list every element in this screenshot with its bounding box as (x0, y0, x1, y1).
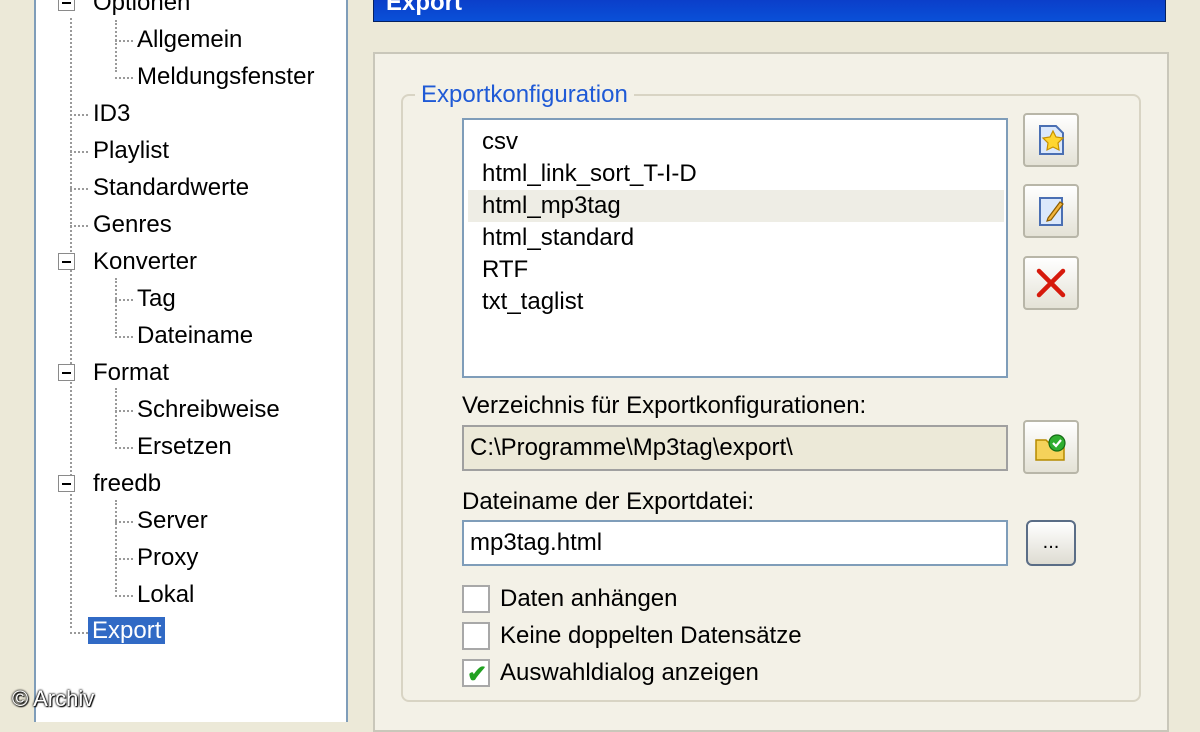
list-item[interactable]: html_mp3tag (468, 190, 1004, 222)
tree-item-standardwerte[interactable]: Standardwerte (89, 171, 253, 205)
list-item[interactable]: txt_taglist (468, 286, 1004, 318)
tree-item-dateiname[interactable]: Dateiname (133, 319, 257, 353)
checkbox-box[interactable] (462, 622, 490, 650)
tree-item-label: Ersetzen (137, 433, 232, 460)
tree-item-meldungsfenster[interactable]: Meldungsfenster (133, 60, 318, 94)
list-item[interactable]: csv (468, 126, 1004, 158)
tree-connector (70, 151, 88, 153)
tree-connector (115, 410, 133, 412)
config-directory-label: Verzeichnis für Exportkonfigurationen: (462, 392, 867, 419)
tree-connector (115, 40, 133, 42)
tree-connector (115, 299, 133, 301)
export-filename-input[interactable]: mp3tag.html (462, 520, 1008, 566)
collapse-freedb-icon[interactable] (58, 475, 75, 492)
tree-item-label: Genres (93, 211, 172, 238)
tree-item-optionen[interactable]: Optionen (89, 0, 194, 20)
tree-item-schreibweise[interactable]: Schreibweise (133, 393, 284, 427)
tree-item-label: Standardwerte (93, 174, 250, 201)
checkmark-icon: ✔ (467, 661, 488, 688)
tree-item-tag[interactable]: Tag (133, 282, 180, 316)
tree-connector (115, 558, 133, 560)
choose-directory-button[interactable] (1023, 420, 1079, 474)
checkbox-label: Auswahldialog anzeigen (500, 659, 759, 686)
tree-connector (115, 500, 117, 592)
tree-item-label: Konverter (93, 248, 198, 275)
tree-connector (115, 336, 133, 338)
delete-icon (1036, 268, 1066, 298)
tree-item-label: Proxy (137, 544, 199, 571)
tree-connector (115, 521, 133, 523)
tree-item-id3[interactable]: ID3 (89, 97, 134, 131)
tree-item-label: Optionen (93, 0, 191, 16)
tree-connector (115, 20, 117, 72)
tree-item-label: Format (93, 359, 170, 386)
collapse-format-icon[interactable] (58, 364, 75, 381)
tree-connector (115, 595, 133, 597)
tree-item-genres[interactable]: Genres (89, 208, 176, 242)
copyright-watermark: © Archiv (12, 686, 95, 711)
options-tree (34, 0, 348, 722)
tree-item-label: Allgemein (137, 26, 243, 53)
options-tree-panel: Optionen Allgemein Meldungsfenster ID3 P… (0, 0, 348, 722)
export-config-list[interactable]: csv html_link_sort_T-I-D html_mp3tag htm… (462, 118, 1008, 378)
collapse-konverter-icon[interactable] (58, 253, 75, 270)
tree-item-playlist[interactable]: Playlist (89, 134, 173, 168)
list-item[interactable]: RTF (468, 254, 1004, 286)
tree-connector (115, 77, 133, 79)
checkbox-label: Keine doppelten Datensätze (500, 622, 802, 649)
tree-connector (70, 632, 88, 634)
collapse-optionen-icon[interactable] (58, 0, 75, 11)
tree-item-konverter[interactable]: Konverter (89, 245, 201, 279)
tree-item-export[interactable]: Export (88, 614, 166, 648)
tree-connector (70, 18, 72, 628)
tree-item-ersetzen[interactable]: Ersetzen (133, 430, 236, 464)
edit-config-icon (1039, 197, 1064, 226)
tree-item-freedb[interactable]: freedb (89, 467, 165, 501)
export-filename-label: Dateiname der Exportdatei: (462, 488, 755, 515)
tree-item-label: Dateiname (137, 322, 254, 349)
tree-item-proxy[interactable]: Proxy (133, 541, 202, 575)
panel-title: Export (373, 0, 1166, 22)
tree-item-server[interactable]: Server (133, 504, 212, 538)
browse-button[interactable]: ... (1026, 520, 1076, 566)
tree-item-label: Schreibweise (137, 396, 280, 423)
tree-connector (70, 225, 88, 227)
config-directory-field: C:\Programme\Mp3tag\export\ (462, 425, 1008, 471)
delete-config-button[interactable] (1023, 256, 1079, 310)
tree-connector (115, 447, 133, 449)
new-config-icon (1039, 125, 1065, 155)
list-item[interactable]: html_link_sort_T-I-D (468, 158, 1004, 190)
tree-item-label: Tag (137, 285, 176, 312)
tree-item-lokal[interactable]: Lokal (133, 578, 198, 612)
tree-item-label: Meldungsfenster (137, 63, 315, 90)
tree-item-label: Lokal (137, 581, 195, 608)
tree-item-format[interactable]: Format (89, 356, 173, 390)
checkbox-box[interactable] (462, 585, 490, 613)
tree-item-label: Server (137, 507, 208, 534)
tree-connector (115, 388, 117, 444)
tree-connector (70, 188, 88, 190)
list-item[interactable]: html_standard (468, 222, 1004, 254)
tree-item-label: freedb (93, 470, 162, 497)
tree-item-label: Export (88, 617, 166, 644)
tree-item-label: ID3 (93, 100, 131, 127)
group-title: Exportkonfiguration (415, 80, 634, 110)
edit-config-button[interactable] (1023, 184, 1079, 238)
folder-select-icon (1035, 434, 1066, 461)
checkbox-box[interactable]: ✔ (462, 659, 490, 688)
tree-item-allgemein[interactable]: Allgemein (133, 23, 246, 57)
tree-item-label: Playlist (93, 137, 170, 164)
tree-connector (70, 114, 88, 116)
tree-connector (115, 278, 117, 334)
new-config-button[interactable] (1023, 113, 1079, 167)
checkbox-label: Daten anhängen (500, 585, 678, 612)
